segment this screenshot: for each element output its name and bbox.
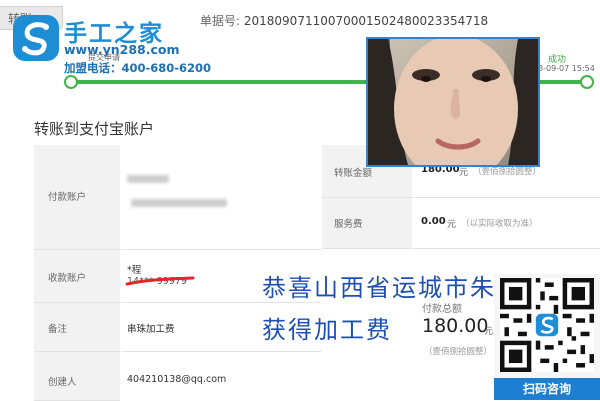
progress-start-dot [64,75,78,89]
qr-code-panel[interactable]: 扫码咨询 [494,274,600,400]
promo-line-2: 获得加工费 [262,316,392,344]
portrait-photo [366,37,540,167]
total-note: （壹佰捌拾圆整） [424,347,493,357]
total-unit: 元 [484,327,494,337]
receipt-label: 单据号: [200,14,241,28]
step-success-time: 8-09-07 15:54 [538,64,595,73]
payee-name: *程 [127,265,142,276]
payee-label-cell: 收款账户 [34,250,120,303]
creator-value[interactable]: 404210138@qq.com [127,374,226,385]
remark-label: 备注 [48,324,68,335]
page-title: 转账到支付宝账户 [34,120,155,138]
creator-label-cell: 创建人 [34,352,120,401]
red-underline-mark [125,276,195,286]
step-submit-label: 提交申请 [88,53,120,62]
progress-end-dot [580,75,594,89]
brand-logo-icon [13,15,59,61]
fee-label: 服务费 [334,219,363,230]
fee-unit: 元 [447,220,457,230]
fee-note: （以实际收取为准） [461,219,538,229]
fee-label-cell: 服务费 [322,198,412,249]
qr-consult-label[interactable]: 扫码咨询 [494,378,600,400]
fee-value: 0.00 [421,216,446,227]
amount-label: 转账金额 [334,168,373,179]
receipt-number: 单据号: 20180907110070001502480023354718 [200,12,488,29]
total-value: 180.00 [422,315,489,337]
payer-blurred-2 [131,199,227,207]
payer-blurred-1 [127,175,169,183]
brand-phone: 加盟电话：400-680-6200 [64,61,212,75]
payer-label-cell: 付款账户 [34,145,120,250]
receipt-value: 20180907110070001502480023354718 [243,14,489,28]
brand-url[interactable]: www.yn288.com [64,42,180,57]
creator-label: 创建人 [48,377,77,388]
remark-value: 串珠加工费 [127,324,175,335]
remark-label-cell: 备注 [34,303,120,352]
payer-label: 付款账户 [48,192,87,203]
creator-value-cell: 404210138@qq.com [121,352,321,400]
qr-code-icon [500,278,594,372]
progress-arrows [90,77,360,87]
fee-value-cell: 0.00 元 （以实际收取为准） [413,198,600,249]
payer-value-cell [121,145,321,250]
payee-label: 收款账户 [48,273,87,284]
